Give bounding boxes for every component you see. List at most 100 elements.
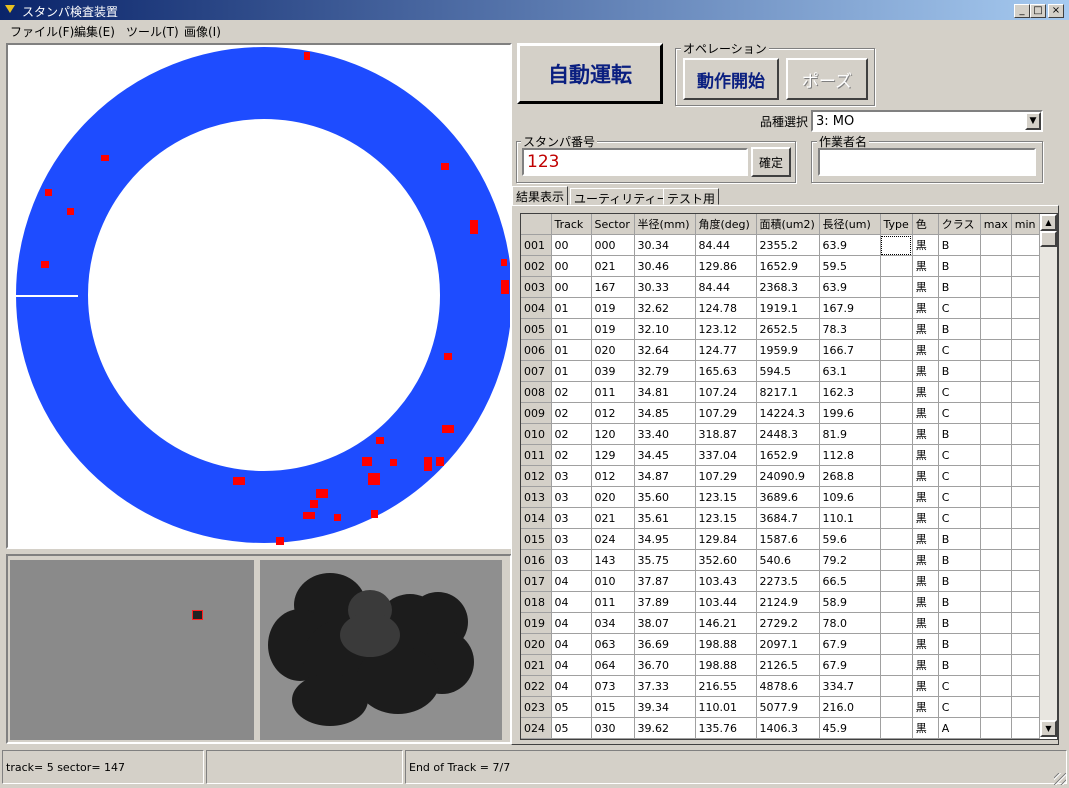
table-cell[interactable]: 00: [551, 255, 592, 277]
table-cell[interactable]: [880, 612, 913, 634]
table-cell[interactable]: 2355.2: [756, 234, 820, 256]
vertical-scrollbar[interactable]: ▲ ▼: [1040, 214, 1057, 737]
table-cell[interactable]: 04: [551, 654, 592, 676]
row-header[interactable]: 008: [521, 381, 552, 403]
table-cell[interactable]: 129.84: [695, 528, 757, 550]
table-row[interactable]: 004 01 019 32.62 124.78 1919.1 167.9 黒 C: [521, 297, 1040, 319]
table-cell[interactable]: B: [938, 276, 981, 298]
table-cell[interactable]: [880, 402, 913, 424]
table-cell[interactable]: 67.9: [819, 654, 881, 676]
table-cell[interactable]: 30.33: [634, 276, 696, 298]
table-cell[interactable]: 35.61: [634, 507, 696, 529]
table-cell[interactable]: 1652.9: [756, 255, 820, 277]
table-cell[interactable]: 36.69: [634, 633, 696, 655]
table-cell[interactable]: [880, 318, 913, 340]
row-header[interactable]: 019: [521, 612, 552, 634]
table-cell[interactable]: 123.15: [695, 486, 757, 508]
table-cell[interactable]: 35.60: [634, 486, 696, 508]
table-cell[interactable]: 黒: [912, 423, 939, 445]
table-cell[interactable]: 110.01: [695, 696, 757, 718]
table-cell[interactable]: B: [938, 318, 981, 340]
table-cell[interactable]: 30.34: [634, 234, 696, 256]
table-cell[interactable]: C: [938, 507, 981, 529]
table-cell[interactable]: 010: [591, 570, 635, 592]
table-cell[interactable]: 黒: [912, 528, 939, 550]
table-cell[interactable]: [980, 318, 1012, 340]
table-cell[interactable]: 1652.9: [756, 444, 820, 466]
table-cell[interactable]: 198.88: [695, 633, 757, 655]
table-cell[interactable]: 107.29: [695, 402, 757, 424]
table-cell[interactable]: [880, 717, 913, 739]
table-cell[interactable]: 540.6: [756, 549, 820, 571]
chevron-down-icon[interactable]: ▼: [1025, 112, 1041, 130]
table-cell[interactable]: [1011, 234, 1040, 256]
table-row[interactable]: 024 05 030 39.62 135.76 1406.3 45.9 黒 A: [521, 717, 1040, 739]
row-header[interactable]: 012: [521, 465, 552, 487]
table-cell[interactable]: 78.3: [819, 318, 881, 340]
table-cell[interactable]: [980, 423, 1012, 445]
table-row[interactable]: 001 00 000 30.34 84.44 2355.2 63.9 黒 B: [521, 234, 1040, 256]
table-cell[interactable]: 34.85: [634, 402, 696, 424]
table-cell[interactable]: B: [938, 570, 981, 592]
table-cell[interactable]: 黒: [912, 717, 939, 739]
table-cell[interactable]: C: [938, 486, 981, 508]
table-cell[interactable]: [980, 612, 1012, 634]
row-header[interactable]: 002: [521, 255, 552, 277]
table-cell[interactable]: 63.9: [819, 276, 881, 298]
table-cell[interactable]: 黒: [912, 255, 939, 277]
table-cell[interactable]: 84.44: [695, 234, 757, 256]
table-cell[interactable]: [1011, 507, 1040, 529]
tab-test[interactable]: テスト用: [663, 188, 720, 206]
table-cell[interactable]: B: [938, 654, 981, 676]
table-cell[interactable]: 011: [591, 381, 635, 403]
table-cell[interactable]: 021: [591, 507, 635, 529]
row-header[interactable]: 015: [521, 528, 552, 550]
table-cell[interactable]: B: [938, 234, 981, 256]
row-header[interactable]: 006: [521, 339, 552, 361]
table-cell[interactable]: 黒: [912, 486, 939, 508]
table-cell[interactable]: [1011, 675, 1040, 697]
tab-results[interactable]: 結果表示: [512, 186, 569, 205]
table-cell[interactable]: 3689.6: [756, 486, 820, 508]
table-cell[interactable]: [880, 675, 913, 697]
table-cell[interactable]: [980, 549, 1012, 571]
table-cell[interactable]: 黒: [912, 612, 939, 634]
table-cell[interactable]: [1011, 360, 1040, 382]
table-cell[interactable]: 4878.6: [756, 675, 820, 697]
table-row[interactable]: 020 04 063 36.69 198.88 2097.1 67.9 黒 B: [521, 633, 1040, 655]
close-button[interactable]: ×: [1048, 4, 1064, 18]
table-cell[interactable]: 162.3: [819, 381, 881, 403]
table-cell[interactable]: [980, 234, 1012, 256]
table-cell[interactable]: 14224.3: [756, 402, 820, 424]
table-cell[interactable]: 04: [551, 612, 592, 634]
table-cell[interactable]: [880, 276, 913, 298]
table-cell[interactable]: 199.6: [819, 402, 881, 424]
scroll-up-icon[interactable]: ▲: [1040, 214, 1057, 231]
menu-tools[interactable]: ツール(T): [126, 23, 179, 40]
column-header[interactable]: 色: [912, 214, 939, 235]
row-header[interactable]: 014: [521, 507, 552, 529]
table-cell[interactable]: 166.7: [819, 339, 881, 361]
table-cell[interactable]: [880, 570, 913, 592]
table-cell[interactable]: 黒: [912, 507, 939, 529]
table-row[interactable]: 019 04 034 38.07 146.21 2729.2 78.0 黒 B: [521, 612, 1040, 634]
table-cell[interactable]: 04: [551, 570, 592, 592]
table-cell[interactable]: [1011, 255, 1040, 277]
table-cell[interactable]: 021: [591, 255, 635, 277]
table-cell[interactable]: 37.33: [634, 675, 696, 697]
table-cell[interactable]: 2729.2: [756, 612, 820, 634]
table-cell[interactable]: [880, 234, 913, 256]
table-cell[interactable]: B: [938, 255, 981, 277]
table-cell[interactable]: B: [938, 591, 981, 613]
table-cell[interactable]: 1919.1: [756, 297, 820, 319]
table-row[interactable]: 013 03 020 35.60 123.15 3689.6 109.6 黒 C: [521, 486, 1040, 508]
table-cell[interactable]: [880, 549, 913, 571]
table-cell[interactable]: 8217.1: [756, 381, 820, 403]
table-cell[interactable]: 103.44: [695, 591, 757, 613]
table-cell[interactable]: 30.46: [634, 255, 696, 277]
table-cell[interactable]: C: [938, 675, 981, 697]
auto-run-button[interactable]: 自動運転: [517, 43, 663, 104]
table-cell[interactable]: 039: [591, 360, 635, 382]
table-cell[interactable]: 03: [551, 465, 592, 487]
table-cell[interactable]: 84.44: [695, 276, 757, 298]
